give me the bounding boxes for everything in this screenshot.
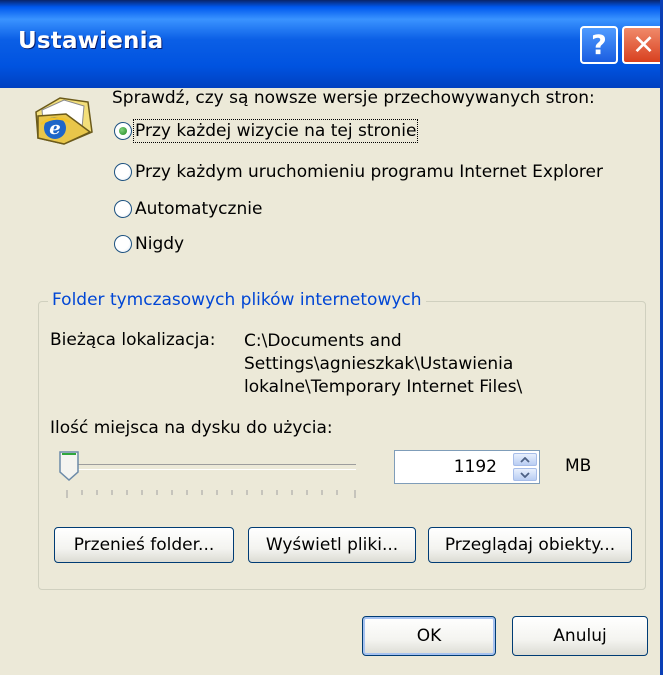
check-prompt: Sprawdź, czy są nowsze wersje przechowyw… [112,88,595,108]
disk-space-unit: MB [565,456,592,476]
settings-dialog: Ustawienia ? ✕ e Sprawdź, czy są nowsze … [0,0,663,675]
svg-text:e: e [49,118,60,139]
window-title: Ustawienia [18,28,164,54]
radio-never-button[interactable] [114,235,132,253]
spin-up-button[interactable] [513,453,537,466]
temp-files-group-title: Folder tymczasowych plików internetowych [48,290,426,310]
radio-every-start-label[interactable]: Przy każdym uruchomieniu programu Intern… [135,162,603,182]
disk-space-label: Ilość miejsca na dysku do użycia: [50,418,333,438]
slider-ticks [66,490,356,498]
radio-automatic-button[interactable] [114,200,132,218]
radio-automatic-label[interactable]: Automatycznie [135,199,262,219]
radio-never-label[interactable]: Nigdy [135,234,184,254]
disk-space-slider-track[interactable] [66,464,356,470]
view-objects-button[interactable]: Przeglądaj obiekty... [428,527,632,563]
close-icon: ✕ [632,29,655,61]
title-bar[interactable]: Ustawienia ? ✕ [0,0,660,88]
radio-automatic[interactable]: Automatycznie [114,196,262,222]
move-folder-button[interactable]: Przenieś folder... [54,527,234,563]
internet-explorer-folder-icon: e [35,97,93,145]
view-files-button[interactable]: Wyświetl pliki... [248,527,416,563]
radio-every-visit-label[interactable]: Przy każdej wizycie na tej stronie [132,119,419,143]
spin-down-button[interactable] [513,468,537,481]
radio-never[interactable]: Nigdy [114,231,184,257]
radio-every-start[interactable]: Przy każdym uruchomieniu programu Intern… [114,159,603,185]
help-icon: ? [591,29,607,61]
disk-space-spinbox[interactable]: 1192 [394,450,540,484]
spin-buttons [513,453,537,481]
slider-thumb-icon[interactable] [58,450,80,482]
location-value: C:\Documents and Settings\agnieszkak\Ust… [244,331,523,397]
radio-every-start-button[interactable] [114,163,132,181]
disk-space-value[interactable]: 1192 [454,457,497,477]
ok-button[interactable]: OK [362,616,496,656]
spin-down-icon [520,471,530,478]
radio-every-visit[interactable]: Przy każdej wizycie na tej stronie [114,118,419,144]
close-button[interactable]: ✕ [622,26,660,64]
spin-up-icon [520,456,530,463]
help-button[interactable]: ? [580,26,618,64]
location-label: Bieżąca lokalizacja: [50,330,216,350]
cancel-button[interactable]: Anuluj [512,616,648,656]
radio-every-visit-button[interactable] [114,122,132,140]
